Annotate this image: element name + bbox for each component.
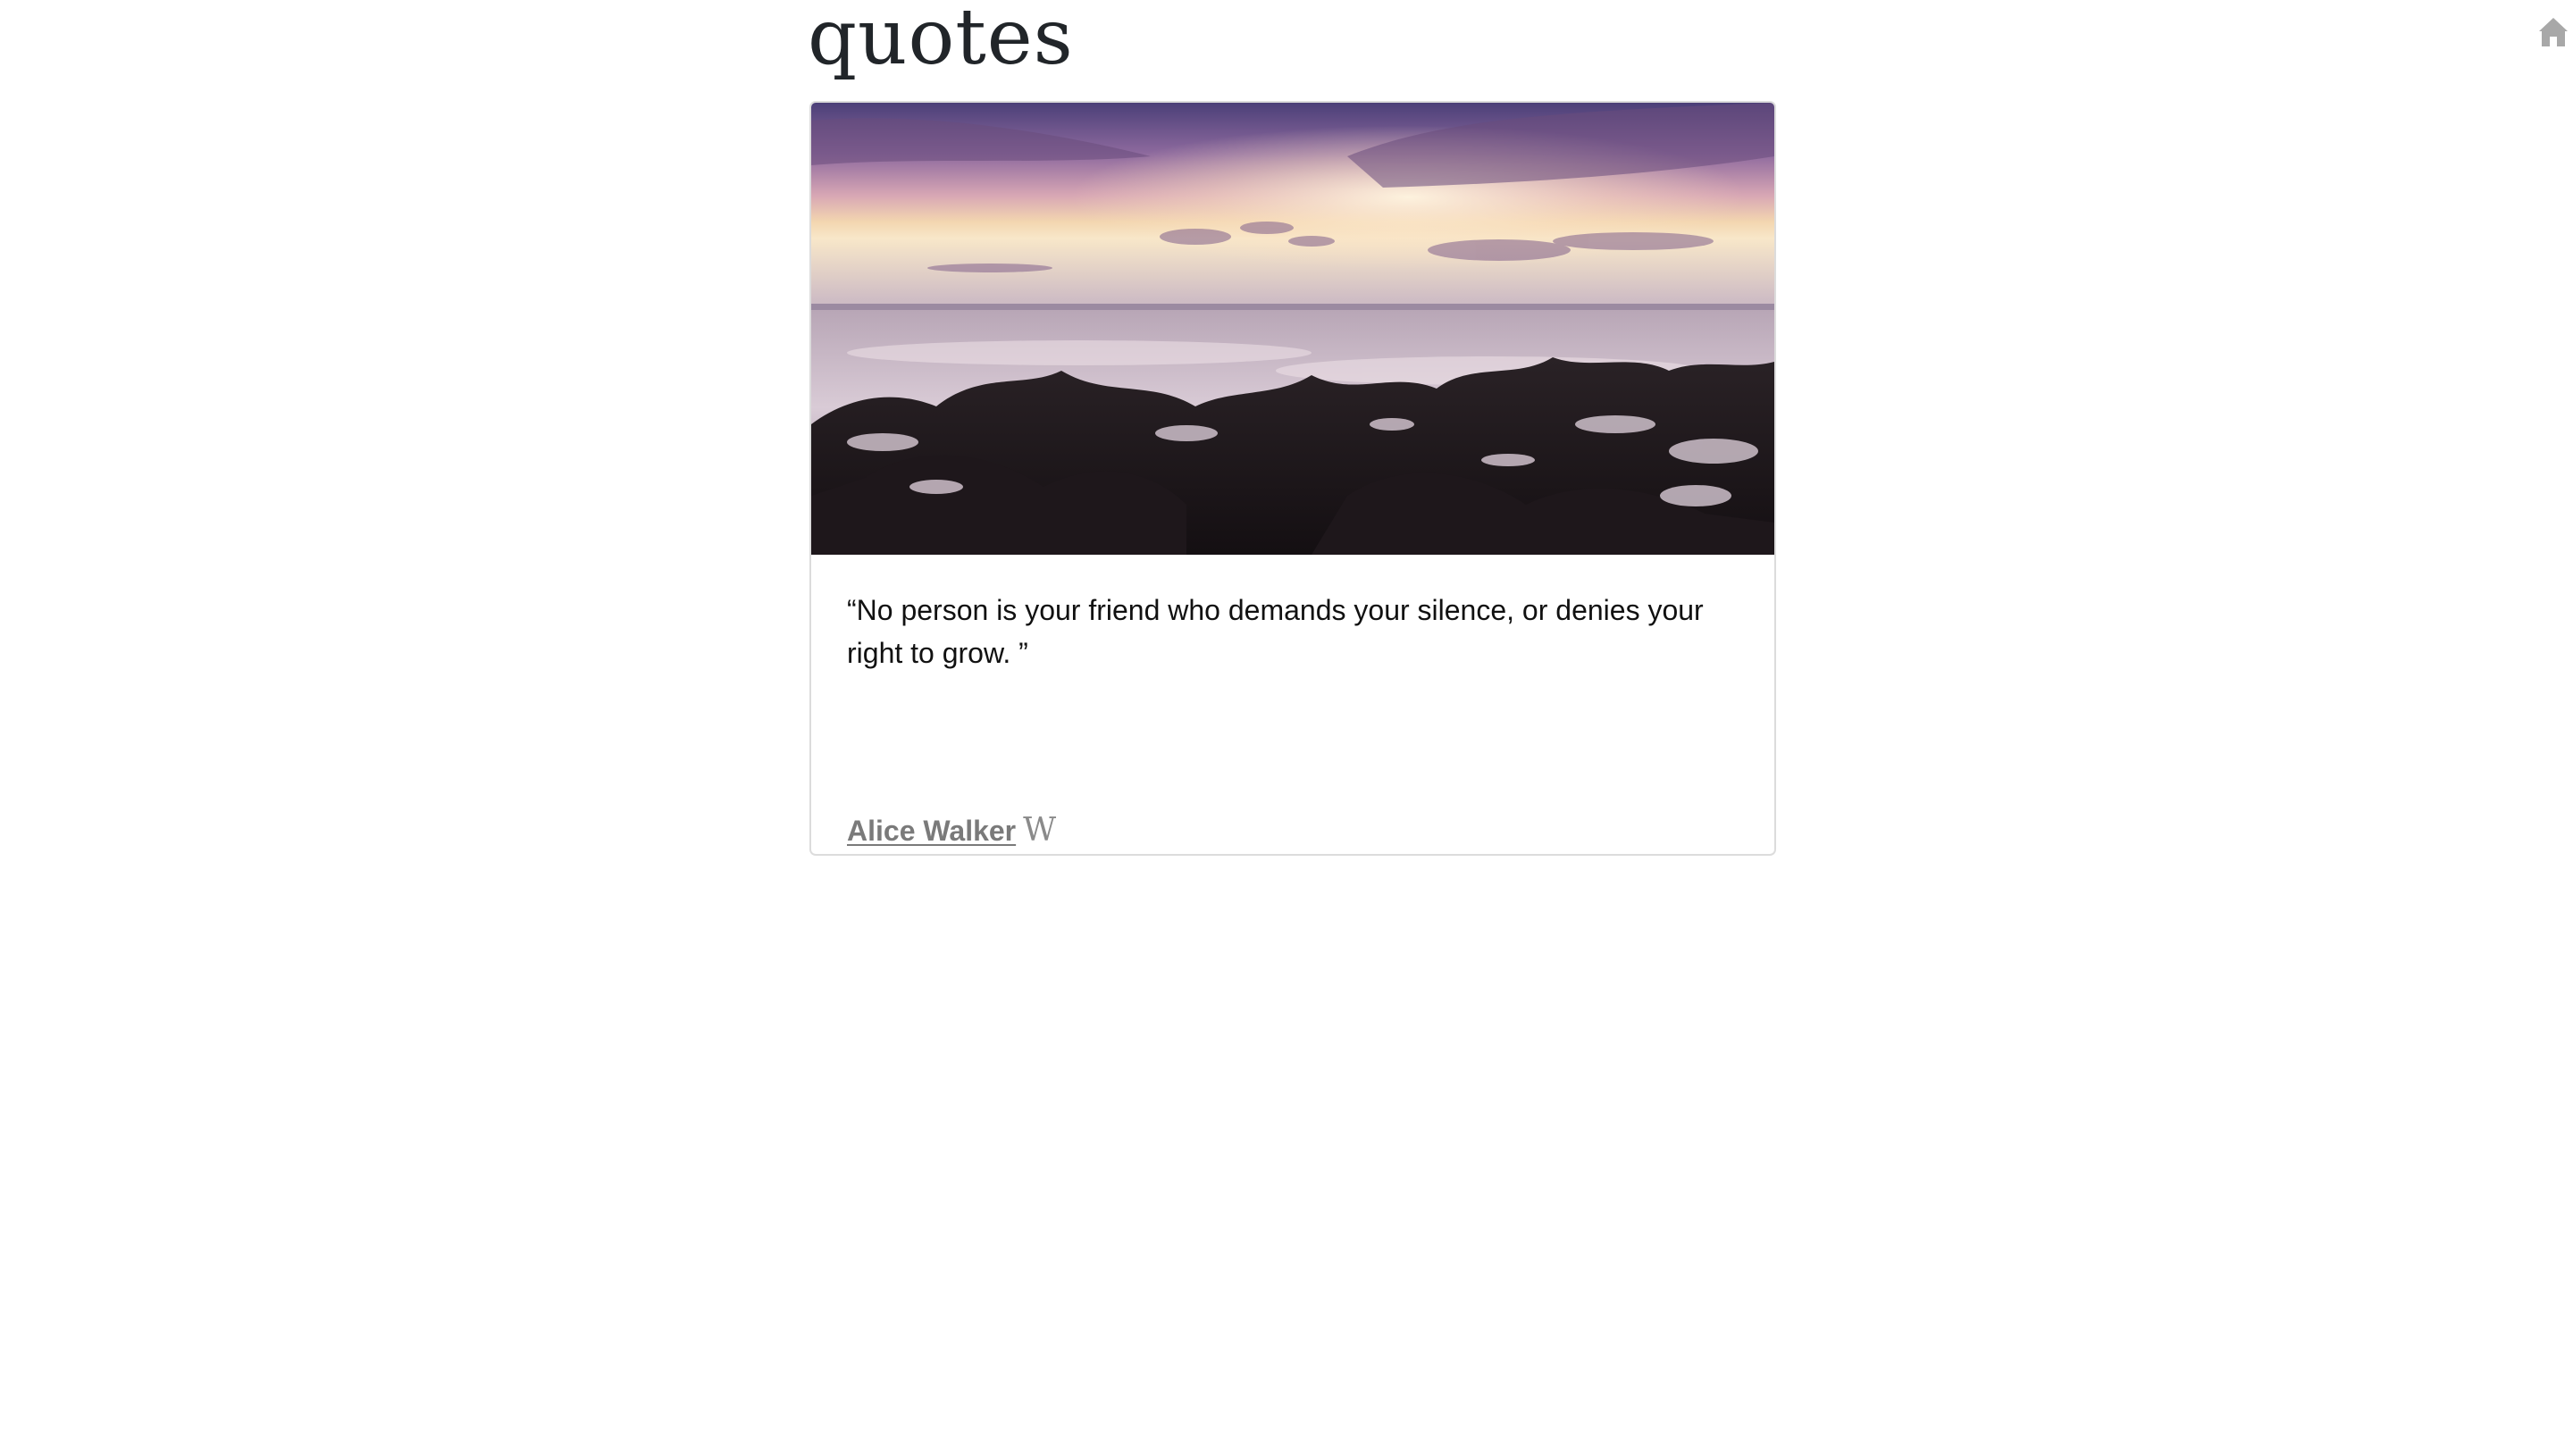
author-row: Alice Walker W [847, 808, 1056, 853]
home-icon[interactable] [2535, 14, 2571, 50]
quote-image [811, 103, 1774, 555]
author-link[interactable]: Alice Walker [847, 815, 1016, 848]
wikipedia-icon[interactable]: W [1023, 815, 1056, 847]
home-icon-graphic [2539, 18, 2568, 46]
quote-text: “No person is your friend who demands yo… [847, 594, 1704, 669]
page-title: quotes [808, 0, 1074, 82]
quote-card: “No person is your friend who demands yo… [809, 101, 1776, 856]
